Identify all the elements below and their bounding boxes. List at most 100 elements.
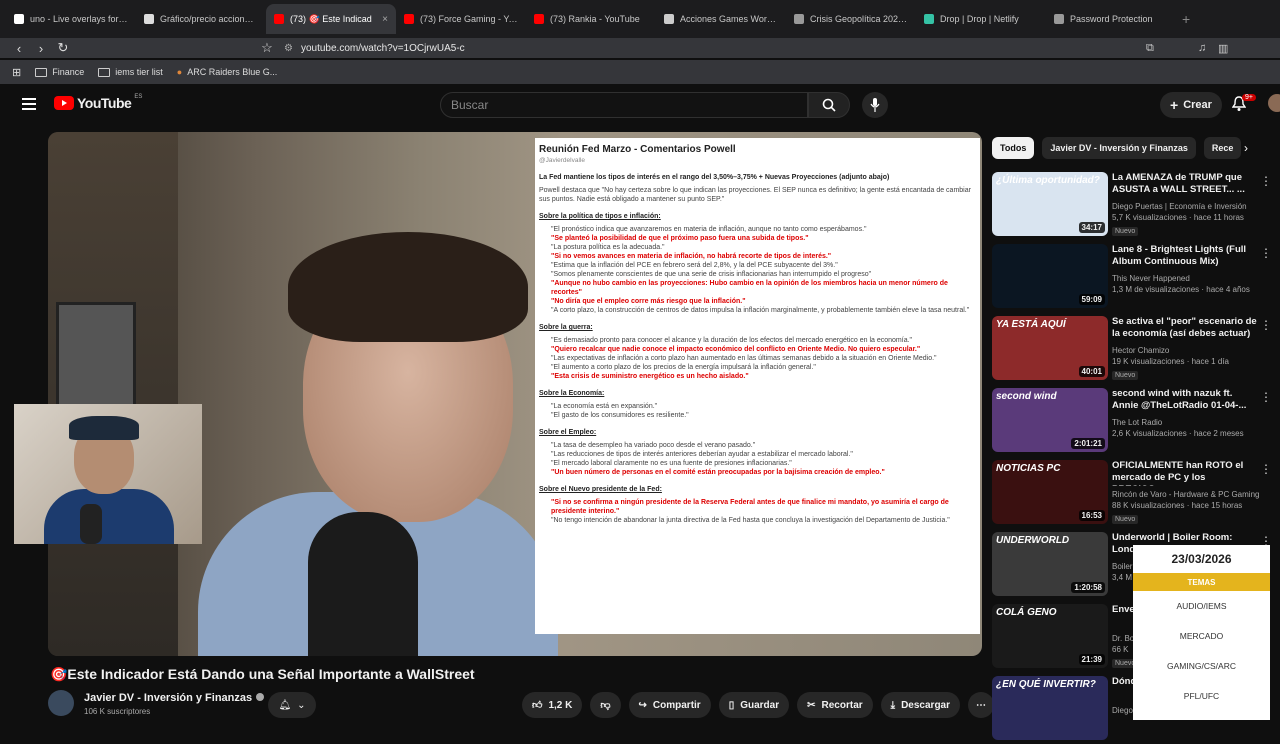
channel-name[interactable]: Diego Puertas | Economía e Inversión <box>1112 202 1247 211</box>
browser-tab[interactable]: Gráfico/precio acciones LI <box>136 4 266 34</box>
browser-tab[interactable]: Password Protection <box>1046 4 1176 34</box>
user-avatar[interactable] <box>1268 94 1280 112</box>
more-options-icon[interactable]: ⋮ <box>1260 246 1272 260</box>
video-title-link[interactable]: Lane 8 - Brightest Lights (Full Album Co… <box>1112 244 1257 268</box>
channel-name[interactable]: Dr. Bo <box>1112 634 1134 643</box>
folder-icon <box>98 67 111 77</box>
overlay-header: TEMAS <box>1133 573 1270 591</box>
browser-tab[interactable]: Crisis Geopolítica 2026 — <box>786 4 916 34</box>
tab-favicon-icon <box>14 14 24 24</box>
subscription-bell-button[interactable]: 🔔︎ ⌄ <box>268 692 316 718</box>
more-options-icon[interactable]: ⋮ <box>1260 318 1272 332</box>
url-field[interactable]: ⚙ youtube.com/watch?v=1OCjrwUA5-c <box>284 38 1024 58</box>
filter-chip[interactable]: Rece <box>1203 137 1242 159</box>
dislike-button[interactable]: 👎︎ <box>590 692 621 718</box>
more-options-icon[interactable]: ⋮ <box>1260 390 1272 404</box>
share-icon: ↪ <box>638 699 647 711</box>
video-thumbnail[interactable]: YA ESTÁ AQUÍ 40:01 <box>992 316 1108 380</box>
like-button[interactable]: 👍︎ 1,2 K <box>522 692 583 718</box>
video-thumbnail[interactable]: 59:09 <box>992 244 1108 308</box>
save-button[interactable]: ▯ Guardar <box>718 692 790 718</box>
recommended-video[interactable]: ¿Última oportunidad? 34:17 La AMENAZA de T… <box>992 172 1280 240</box>
channel-name[interactable]: Javier DV - Inversión y Finanzas <box>84 692 265 704</box>
close-tab-icon[interactable]: × <box>382 14 388 25</box>
search-button[interactable] <box>808 92 850 118</box>
doc-line: "Quiero recalcar que nadie conoce el imp… <box>551 346 921 353</box>
video-thumbnail[interactable]: second wind 2:01:21 <box>992 388 1108 452</box>
search-icon <box>822 98 836 112</box>
browser-tab[interactable]: Drop | Drop | Netlify <box>916 4 1046 34</box>
video-title-link[interactable]: second wind with nazuk ft. Annie @TheLot… <box>1112 388 1257 412</box>
apps-grid-icon[interactable]: ⊞ <box>12 66 21 79</box>
video-title-link[interactable]: Se activa el "peor" escenario de la econ… <box>1112 316 1257 340</box>
presenter-hair <box>288 232 528 342</box>
more-options-icon[interactable]: ⋮ <box>1260 462 1272 476</box>
filter-chip[interactable]: Javier DV - Inversión y Finanzas <box>1042 137 1196 159</box>
create-button[interactable]: + Crear <box>1160 92 1222 118</box>
browser-tab[interactable]: (73) Rankia - YouTube <box>526 4 656 34</box>
download-button[interactable]: ⤓ Descargar <box>880 692 960 718</box>
back-button[interactable]: ‹ <box>8 41 30 56</box>
bookmark-finance[interactable]: Finance <box>35 67 84 77</box>
recommended-video[interactable]: 59:09 Lane 8 - Brightest Lights (Full Alb… <box>992 244 1280 312</box>
share-button[interactable]: ↪ Compartir <box>628 692 711 718</box>
recommended-video[interactable]: second wind 2:01:21 second wind with nazuk… <box>992 388 1280 456</box>
forward-button[interactable]: › <box>30 41 52 56</box>
doc-section-heading: Sobre el Nuevo presidente de la Fed: <box>539 486 662 493</box>
tab-favicon-icon <box>274 14 284 24</box>
clip-button[interactable]: ✂ Recortar <box>797 692 873 718</box>
more-options-icon[interactable]: ⋮ <box>1260 174 1272 188</box>
video-thumbnail[interactable]: COLÁ GENO 21:39 <box>992 604 1108 668</box>
bookmark-arc-raiders[interactable]: ● ARC Raiders Blue G... <box>177 67 277 77</box>
sidebar-icon[interactable]: ▥ <box>1218 42 1228 55</box>
recommended-video[interactable]: NOTICIAS PC 16:53 OFICIALMENTE han ROTO el… <box>992 460 1280 528</box>
video-title: 🎯Este Indicador Está Dando una Señal Imp… <box>50 666 475 682</box>
arc-favicon-icon: ● <box>176 67 183 77</box>
channel-name[interactable]: Rincón de Varo - Hardware & PC Gaming <box>1112 490 1259 499</box>
video-player[interactable]: Reunión Fed Marzo - Comentarios Powell @… <box>48 132 982 656</box>
video-meta: 19 K visualizaciones · hace 1 día <box>1112 357 1229 366</box>
thumbnail-text: ¿Última oportunidad? <box>996 175 1100 186</box>
doc-line: "Las expectativas de inflación a corto p… <box>551 355 937 362</box>
bookmark-star-icon[interactable]: ☆ <box>256 40 278 56</box>
video-title-link[interactable]: OFICIALMENTE han ROTO el mercado de PC y… <box>1112 460 1257 486</box>
extensions-icon[interactable]: ⧉ <box>1146 42 1154 55</box>
browser-tab[interactable]: Acciones Games Worksho <box>656 4 786 34</box>
tab-title: Crisis Geopolítica 2026 — <box>810 14 908 24</box>
reload-button[interactable]: ↻ <box>52 40 74 56</box>
video-thumbnail[interactable]: UNDERWORLD 1:20:58 <box>992 532 1108 596</box>
video-thumbnail[interactable]: ¿EN QUÉ INVERTIR? <box>992 676 1108 740</box>
fed-notes-document: Reunión Fed Marzo - Comentarios Powell @… <box>535 138 980 634</box>
more-actions-button[interactable]: ⋯ <box>968 692 994 718</box>
bookmark-iems[interactable]: iems tier list <box>98 67 163 77</box>
video-title-link[interactable]: La AMENAZA de TRUMP que ASUSTA a WALL ST… <box>1112 172 1257 196</box>
doc-line: "Si no vemos avances en materia de infla… <box>551 253 832 260</box>
video-actions: 👍︎ 1,2 K 👎︎ ↪ Compartir ▯ Guardar ✂ Recortar… <box>522 692 994 718</box>
browser-tab[interactable]: (73) 🎯 Este Indicad × <box>266 4 396 34</box>
chips-next-icon[interactable]: › <box>1244 141 1248 155</box>
recommended-video[interactable]: YA ESTÁ AQUÍ 40:01 Se activa el "peor" esc… <box>992 316 1280 384</box>
music-icon[interactable]: ♫ <box>1198 42 1206 54</box>
folder-icon <box>35 67 48 77</box>
new-tab-button[interactable]: + <box>1182 11 1190 27</box>
filter-chip[interactable]: Todos <box>992 137 1035 159</box>
overlay-date: 23/03/2026 <box>1171 552 1232 566</box>
tab-title: Gráfico/precio acciones LI <box>160 14 258 24</box>
video-thumbnail[interactable]: NOTICIAS PC 16:53 <box>992 460 1108 524</box>
channel-name[interactable]: Hector Chamizo <box>1112 346 1169 355</box>
browser-tab[interactable]: (73) Force Gaming - YouTu <box>396 4 526 34</box>
browser-tab[interactable]: uno - Live overlays for str <box>6 4 136 34</box>
tab-title: (73) 🎯 Este Indicad <box>290 13 372 24</box>
site-info-icon[interactable]: ⚙ <box>284 43 293 54</box>
channel-name[interactable]: This Never Happened <box>1112 274 1190 283</box>
youtube-logo[interactable]: YouTube ES <box>54 94 142 111</box>
doc-line: "Se planteó la posibilidad de que el pró… <box>551 235 809 242</box>
menu-icon[interactable] <box>22 98 36 110</box>
video-thumbnail[interactable]: ¿Última oportunidad? 34:17 <box>992 172 1108 236</box>
voice-search-button[interactable] <box>862 92 888 118</box>
topics-overlay: 23/03/2026 TEMAS AUDIO/IEMS MERCADO GAMI… <box>1133 545 1270 720</box>
channel-avatar[interactable] <box>48 690 74 716</box>
channel-name[interactable]: The Lot Radio <box>1112 418 1162 427</box>
search-input[interactable]: Buscar <box>440 92 808 118</box>
doc-line: "Un buen número de personas en el comité… <box>551 469 885 476</box>
